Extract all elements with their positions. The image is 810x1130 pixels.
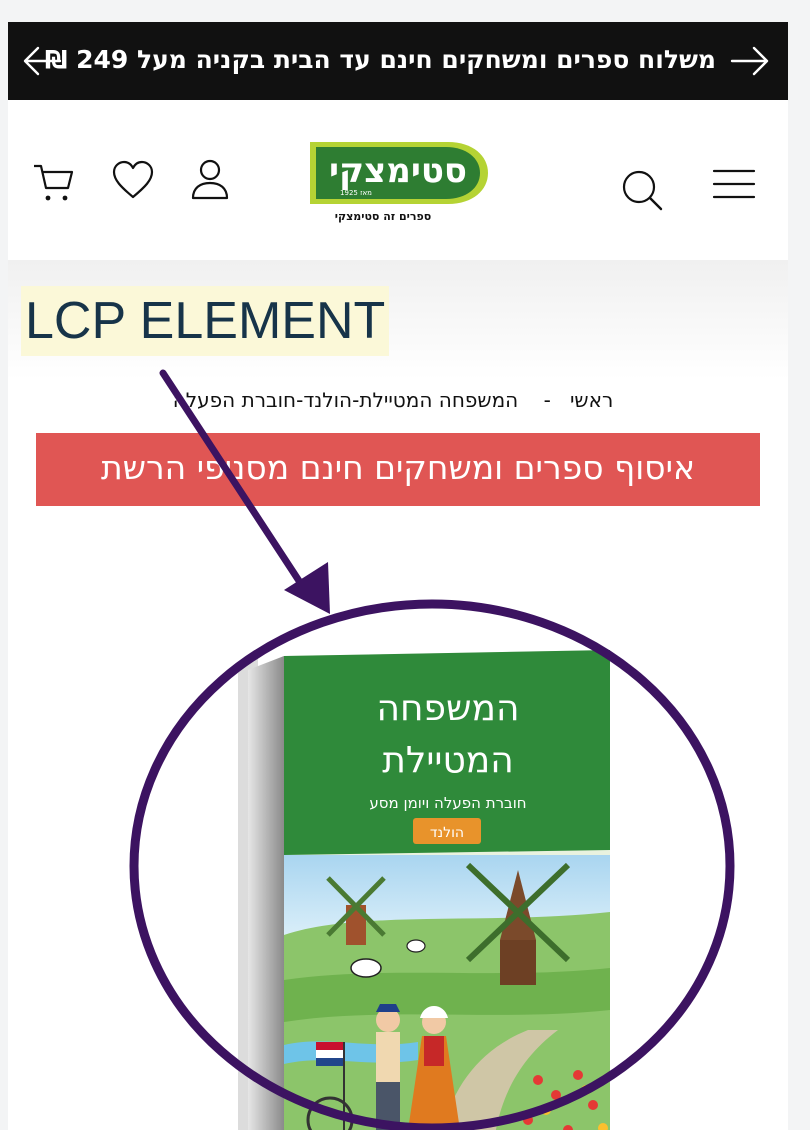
announcement-bar: משלוח ספרים ומשחקים חינם עד הבית בקניה מ… — [8, 22, 788, 100]
breadcrumb-separator: - — [543, 388, 551, 412]
breadcrumb-current: המשפחה המטיילת-הולנד-חוברת הפעלה — [172, 388, 519, 412]
menu-icon[interactable] — [712, 168, 756, 200]
breadcrumb-home[interactable]: ראשי — [570, 388, 613, 412]
breadcrumb: ראשי - המשפחה המטיילת-הולנד-חוברת הפעלה — [138, 388, 648, 412]
search-icon[interactable] — [620, 168, 664, 212]
svg-text:סטימצקי: סטימצקי — [329, 151, 467, 191]
site-logo[interactable]: סטימצקי מאז 1925 ספרים זה סטימצקי — [308, 138, 490, 230]
user-icon[interactable] — [190, 158, 230, 202]
book-subtitle: חוברת הפעלה ויומן מסע — [369, 794, 526, 812]
arrow-right-icon[interactable] — [728, 40, 772, 82]
book-badge: הולנד — [430, 825, 464, 841]
logo-tagline: ספרים זה סטימצקי — [334, 210, 432, 223]
site-header: סטימצקי מאז 1925 ספרים זה סטימצקי — [8, 100, 788, 260]
product-image[interactable]: המשפחה המטיילת חוברת הפעלה ויומן מסע הול… — [238, 650, 618, 1130]
product-page: LCP ELEMENT ראשי - המשפחה המטיילת-הולנד-… — [8, 260, 788, 1130]
cart-icon[interactable] — [32, 160, 76, 204]
announcement-text: משלוח ספרים ומשחקים חינם עד הבית בקניה מ… — [44, 45, 716, 74]
logo-badge: סטימצקי מאז 1925 — [310, 142, 488, 204]
book-title-line1: המשפחה — [377, 688, 520, 729]
promo-banner[interactable]: איסוף ספרים ומשחקים חינם מסניפי הרשת — [36, 433, 760, 506]
browser-viewport: משלוח ספרים ומשחקים חינם עד הבית בקניה מ… — [8, 22, 788, 1130]
book-title-line2: המטיילת — [382, 740, 514, 781]
svg-text:מאז 1925: מאז 1925 — [340, 189, 372, 197]
lcp-element-label: LCP ELEMENT — [21, 286, 390, 356]
heart-icon[interactable] — [111, 160, 155, 200]
